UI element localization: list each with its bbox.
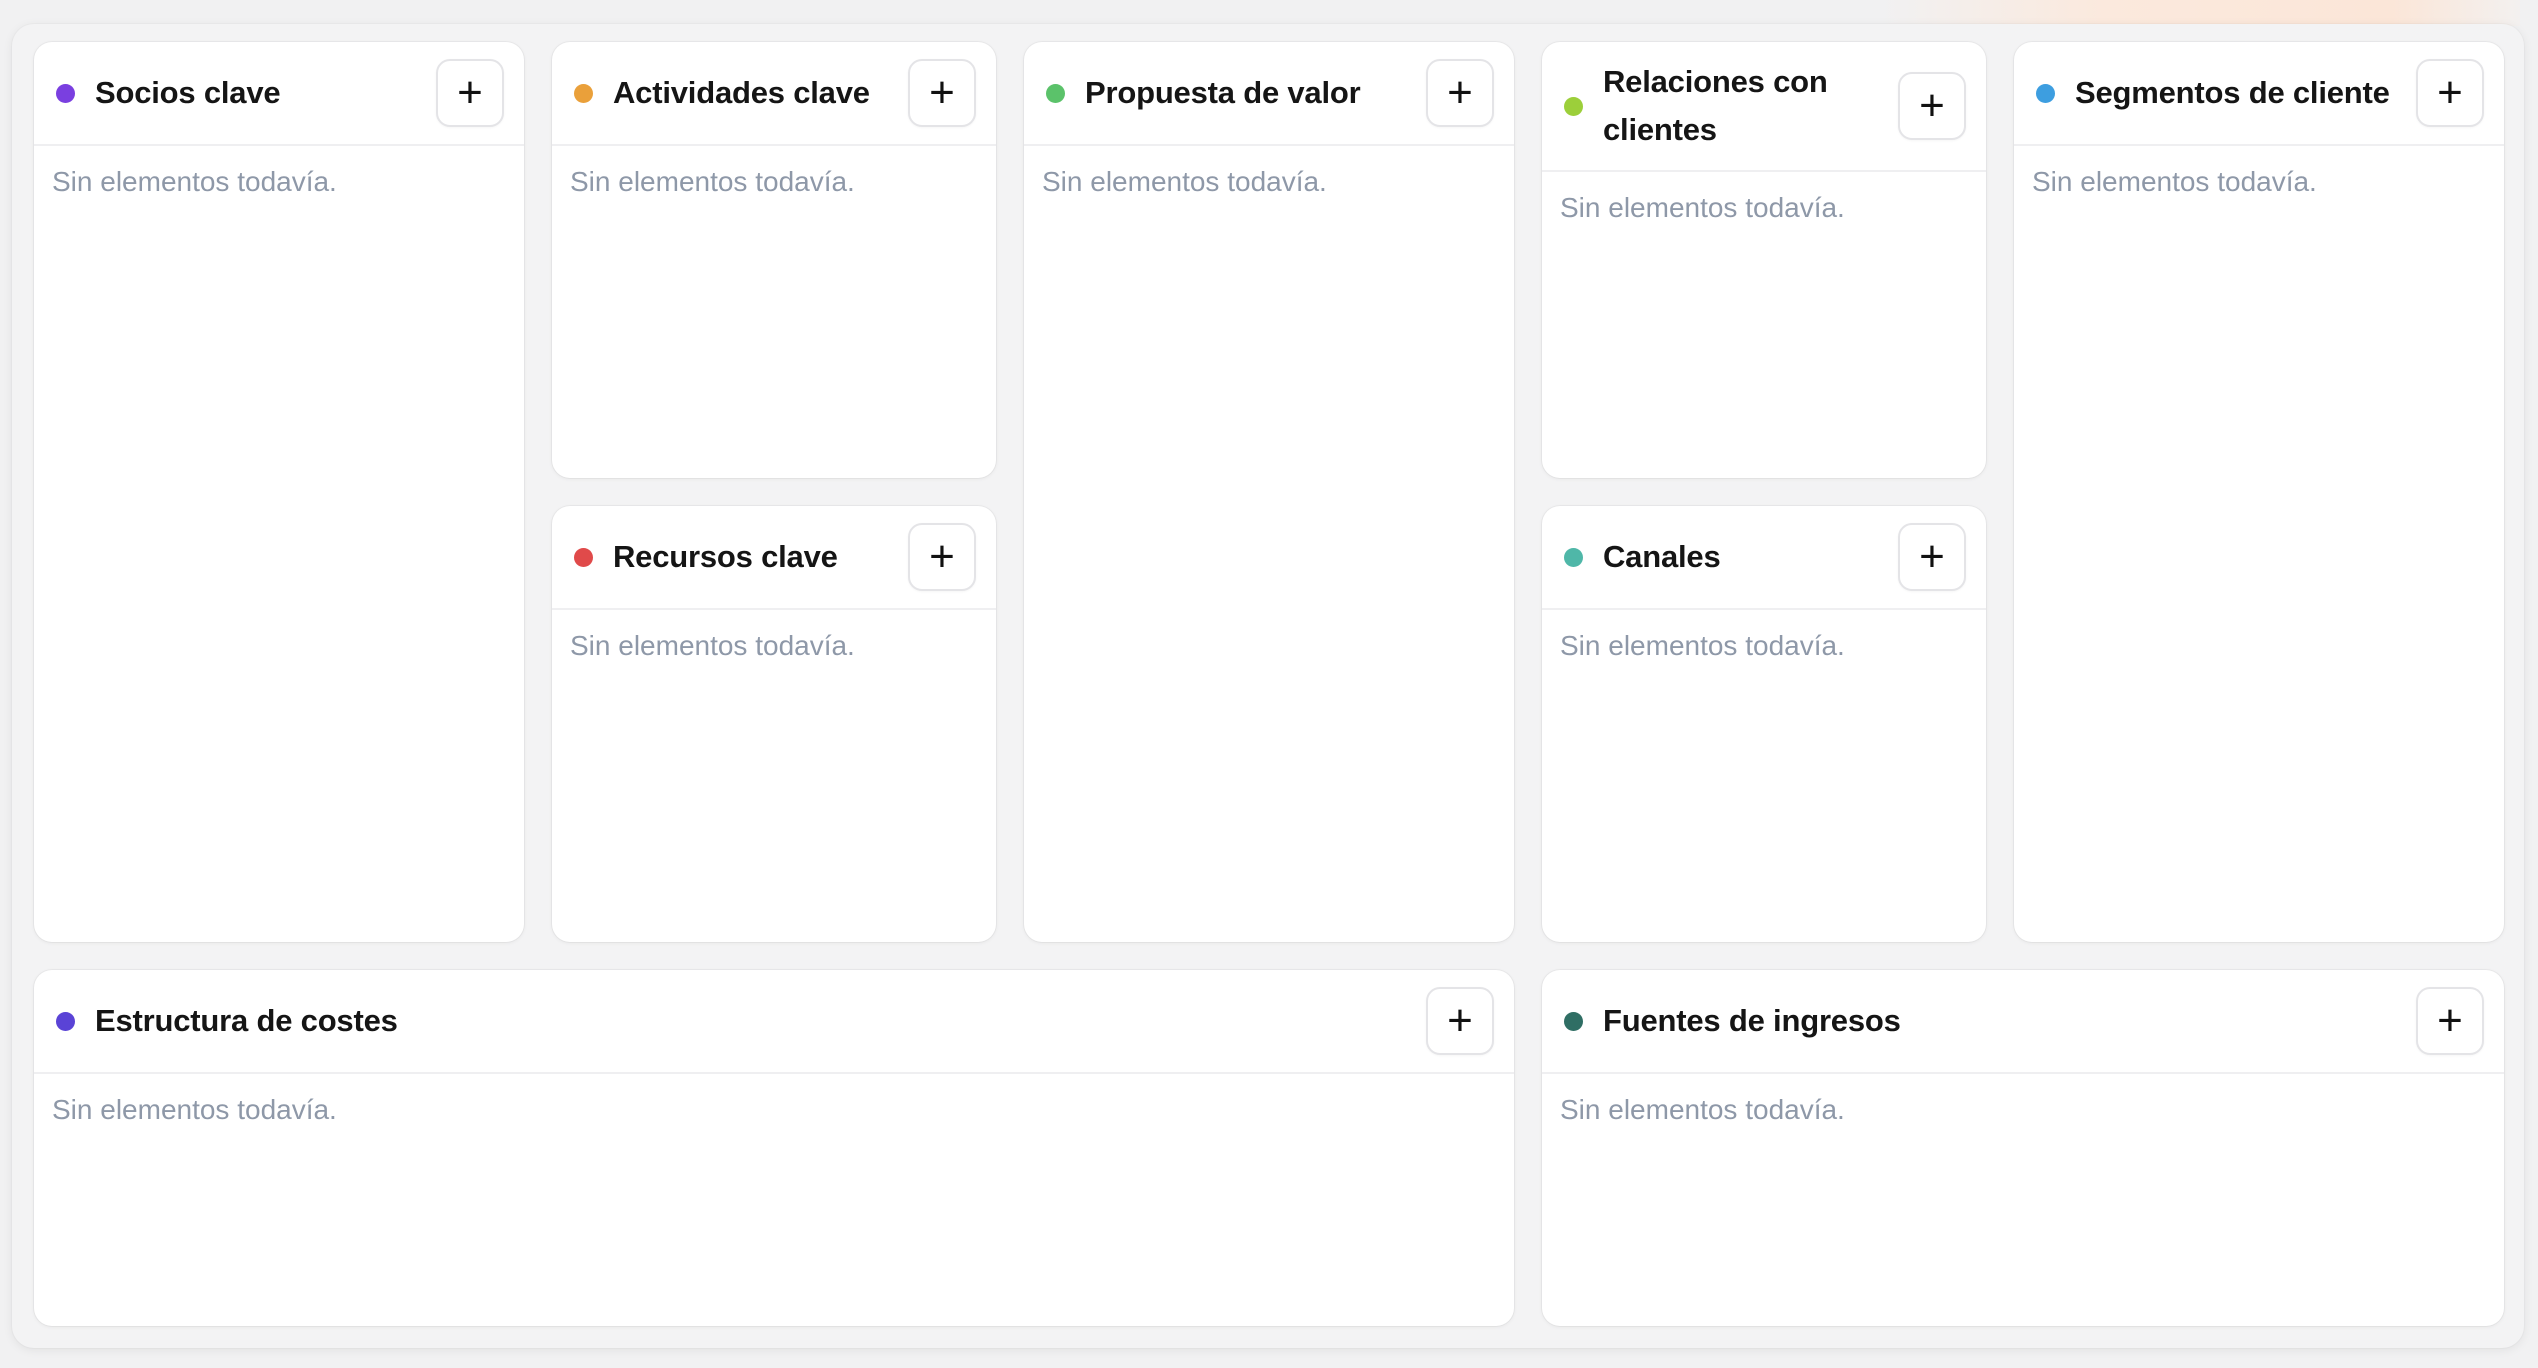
block-estructura-de-costes: Estructura de costes + Sin elementos tod… [34,970,1514,1326]
color-dot-icon [1564,547,1583,567]
block-relaciones-con-clientes: Relaciones con clientes + Sin elementos … [1542,42,1986,478]
block-title: Actividades clave [613,75,870,110]
add-item-button[interactable]: + [1898,523,1966,591]
block-recursos-clave: Recursos clave + Sin elementos todavía. [552,506,996,942]
block-title: Estructura de costes [95,1003,398,1038]
block-header: Propuesta de valor + [1024,42,1514,146]
block-header: Fuentes de ingresos + [1542,970,2504,1074]
add-item-button[interactable]: + [908,523,976,591]
block-segmentos-de-cliente: Segmentos de cliente + Sin elementos tod… [2014,42,2504,942]
empty-state-text: Sin elementos todavía. [1042,166,1327,197]
empty-state-text: Sin elementos todavía. [52,166,337,197]
block-title: Socios clave [95,75,281,110]
block-header: Recursos clave + [552,506,996,610]
color-dot-icon [574,83,593,103]
block-header: Relaciones con clientes + [1542,42,1986,172]
add-item-button[interactable]: + [1426,59,1494,127]
color-dot-icon [1564,1011,1583,1031]
block-actividades-clave: Actividades clave + Sin elementos todaví… [552,42,996,478]
color-dot-icon [1046,83,1065,103]
add-item-button[interactable]: + [436,59,504,127]
block-title: Relaciones con clientes [1603,64,1828,147]
color-dot-icon [1564,96,1583,116]
block-socios-clave: Socios clave + Sin elementos todavía. [34,42,524,942]
empty-state-text: Sin elementos todavía. [1560,1094,1845,1125]
add-item-button[interactable]: + [1426,987,1494,1055]
empty-state-text: Sin elementos todavía. [1560,192,1845,223]
empty-state-text: Sin elementos todavía. [570,166,855,197]
top-glow-decoration [1880,0,2520,26]
block-header: Segmentos de cliente + [2014,42,2504,146]
block-header: Estructura de costes + [34,970,1514,1074]
block-canales: Canales + Sin elementos todavía. [1542,506,1986,942]
block-header: Actividades clave + [552,42,996,146]
color-dot-icon [56,83,75,103]
block-propuesta-de-valor: Propuesta de valor + Sin elementos todav… [1024,42,1514,942]
add-item-button[interactable]: + [1898,72,1966,140]
block-title: Propuesta de valor [1085,75,1361,110]
block-header: Canales + [1542,506,1986,610]
add-item-button[interactable]: + [2416,987,2484,1055]
block-title: Segmentos de cliente [2075,75,2390,110]
block-header: Socios clave + [34,42,524,146]
color-dot-icon [574,547,593,567]
empty-state-text: Sin elementos todavía. [2032,166,2317,197]
add-item-button[interactable]: + [2416,59,2484,127]
block-title: Recursos clave [613,539,838,574]
empty-state-text: Sin elementos todavía. [1560,630,1845,661]
block-title: Canales [1603,539,1721,574]
color-dot-icon [56,1011,75,1031]
color-dot-icon [2036,83,2055,103]
empty-state-text: Sin elementos todavía. [570,630,855,661]
block-title: Fuentes de ingresos [1603,1003,1901,1038]
empty-state-text: Sin elementos todavía. [52,1094,337,1125]
add-item-button[interactable]: + [908,59,976,127]
block-fuentes-de-ingresos: Fuentes de ingresos + Sin elementos toda… [1542,970,2504,1326]
